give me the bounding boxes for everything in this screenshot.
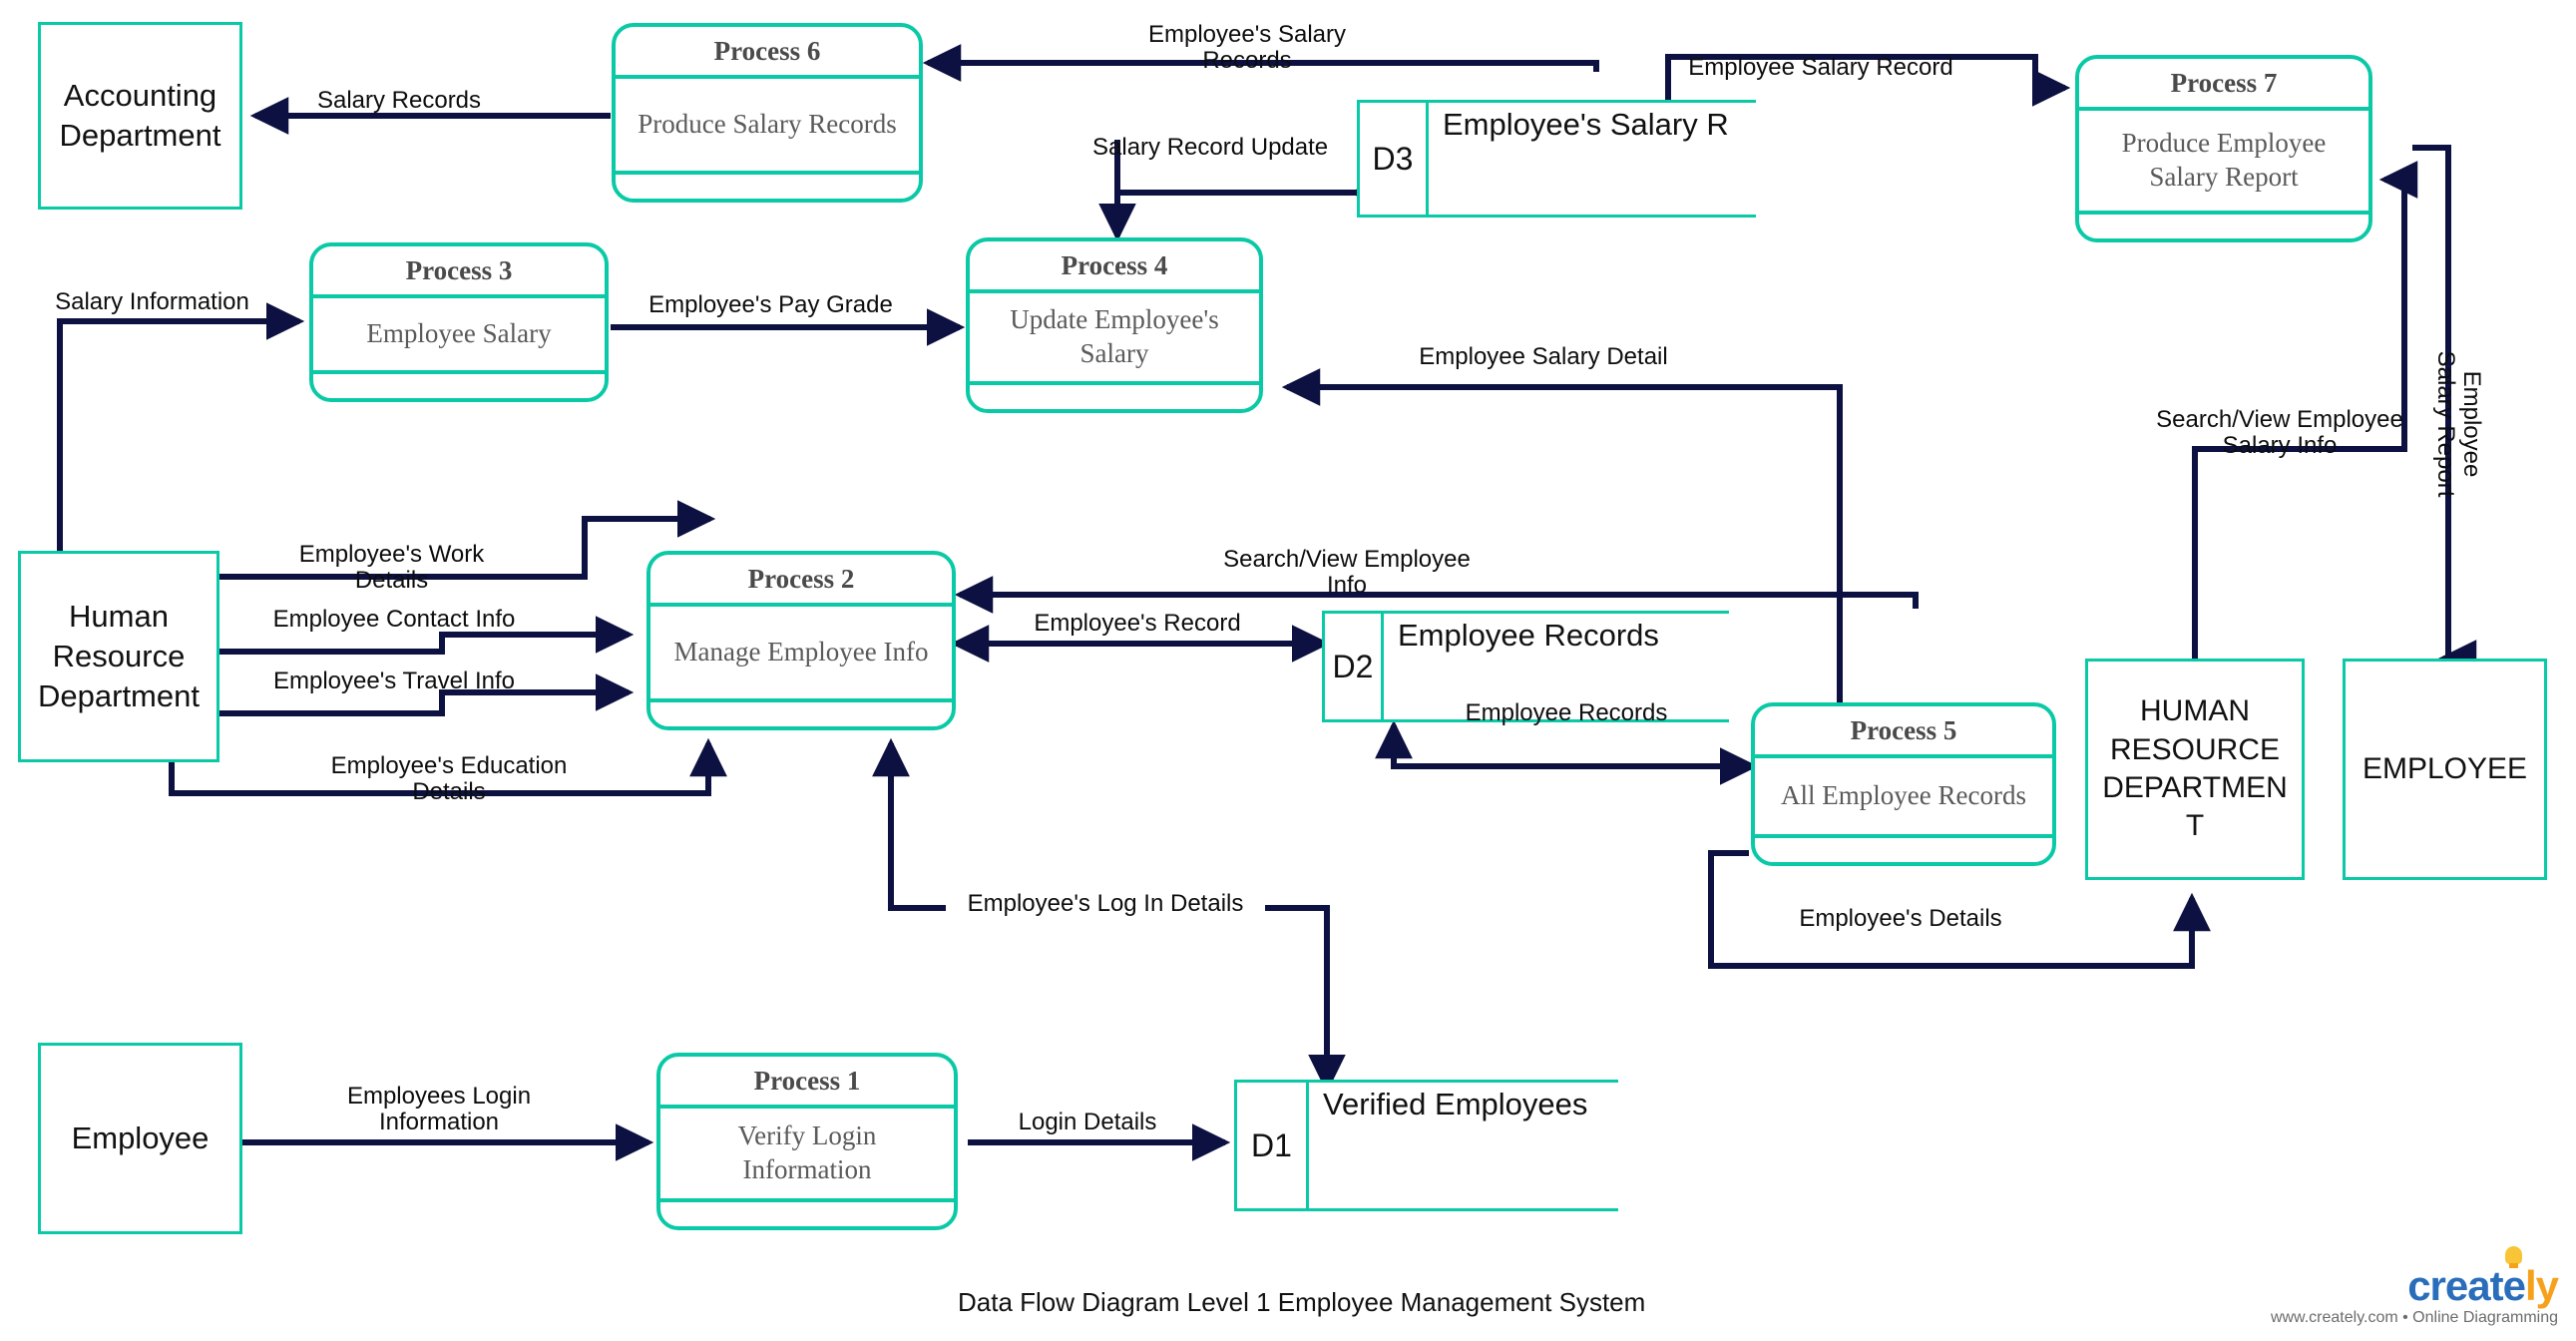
- flow-label-search-view-employee-info: Search/View Employee Info: [1223, 546, 1471, 599]
- process-body: Employee Salary: [313, 298, 605, 374]
- process-4[interactable]: Process 4 Update Employee's Salary: [966, 237, 1263, 413]
- flow-label-employees-education-details: Employee's Education Details: [330, 752, 568, 805]
- flow-label-employees-pay-grade: Employee's Pay Grade: [648, 291, 893, 318]
- datastore-name: Employee's Salary R: [1429, 100, 1756, 218]
- process-title: Process 6: [616, 27, 919, 79]
- diagram-canvas: Accounting Department Human Resource Dep…: [0, 0, 2576, 1341]
- process-body: All Employee Records: [1755, 758, 2052, 838]
- process-body: Manage Employee Info: [650, 607, 952, 702]
- datastore-code: D2: [1322, 611, 1384, 722]
- flow-label-salary-record-update: Salary Record Update: [1092, 134, 1329, 161]
- datastore-code: D3: [1357, 100, 1429, 218]
- process-footer-band: [2079, 215, 2368, 238]
- flow-line-employees-travel-info: [217, 673, 635, 716]
- process-footer-band: [313, 374, 605, 398]
- datastore-name: Employee Records: [1384, 611, 1729, 722]
- datastore-d3[interactable]: D3 Employee's Salary R: [1357, 100, 1756, 218]
- process-body: Update Employee's Salary: [970, 293, 1259, 385]
- flow-label-employee-salary-report: Employee Salary Report: [2432, 350, 2485, 498]
- process-body: Produce Salary Records: [616, 79, 919, 175]
- process-1[interactable]: Process 1 Verify Login Information: [656, 1053, 958, 1230]
- entity-human-resource-department[interactable]: Human Resource Department: [18, 551, 219, 762]
- flow-label-employees-work-details: Employee's Work Details: [298, 541, 485, 594]
- process-2[interactable]: Process 2 Manage Employee Info: [646, 551, 956, 730]
- flow-line-employees-salary-records: [922, 44, 1599, 82]
- flow-label-employees-salary-records: Employee's Salary Records: [1148, 21, 1346, 74]
- datastore-d1[interactable]: D1 Verified Employees: [1234, 1080, 1618, 1211]
- creately-watermark: creately www.creately.com • Online Diagr…: [2270, 1246, 2559, 1327]
- process-footer-band: [650, 702, 952, 726]
- entity-employee[interactable]: Employee: [38, 1043, 242, 1234]
- process-5[interactable]: Process 5 All Employee Records: [1751, 702, 2056, 866]
- flow-line-salary-information: [57, 302, 305, 552]
- process-title: Process 5: [1755, 706, 2052, 758]
- entity-label: Employee: [71, 1120, 210, 1156]
- entity-label: EMPLOYEE: [2361, 751, 2528, 785]
- wordmark-part-1: creat: [2407, 1262, 2503, 1309]
- process-body: Produce Employee Salary Report: [2079, 111, 2368, 215]
- entity-label: Human Resource Department: [38, 599, 200, 713]
- flow-label-employee-contact-info: Employee Contact Info: [272, 606, 516, 633]
- flow-line-employee-salary-report: [2412, 145, 2477, 677]
- entity-employee-caps[interactable]: EMPLOYEE: [2343, 659, 2547, 880]
- flow-label-employee-salary-detail: Employee Salary Detail: [1419, 343, 1668, 370]
- process-title: Process 3: [313, 246, 605, 298]
- flow-label-employees-log-in-details: Employee's Log In Details: [946, 891, 1265, 917]
- process-footer-band: [1755, 838, 2052, 862]
- creately-tagline: www.creately.com • Online Diagramming: [2270, 1309, 2558, 1326]
- process-title: Process 1: [660, 1057, 954, 1109]
- process-3[interactable]: Process 3 Employee Salary: [309, 242, 609, 402]
- flow-line-employee-contact-info: [217, 616, 635, 655]
- entity-accounting-department[interactable]: Accounting Department: [38, 22, 242, 210]
- entity-human-resource-department-caps[interactable]: HUMAN RESOURCE DEPARTMEN T: [2085, 659, 2305, 880]
- process-body: Verify Login Information: [660, 1109, 954, 1202]
- process-title: Process 4: [970, 241, 1259, 293]
- flow-line-employees-work-details: [217, 500, 716, 580]
- flow-label-salary-records: Salary Records: [316, 87, 482, 114]
- entity-label: HUMAN RESOURCE DEPARTMEN T: [2102, 694, 2288, 843]
- datastore-code: D1: [1234, 1080, 1309, 1211]
- flow-label-salary-information: Salary Information: [55, 288, 249, 315]
- wordmark-part-3: ly: [2524, 1262, 2559, 1309]
- process-footer-band: [970, 385, 1259, 409]
- process-title: Process 7: [2079, 59, 2368, 111]
- datastore-name: Verified Employees: [1309, 1080, 1618, 1211]
- flow-label-employees-details: Employee's Details: [1799, 905, 2002, 932]
- flow-label-search-view-employee-salary-info: Search/View Employee Salary Info: [2156, 406, 2403, 459]
- flow-label-employees-travel-info: Employee's Travel Info: [272, 668, 516, 694]
- flow-line-search-view-employee-info: [954, 576, 1919, 614]
- flow-line-employees-log-in-details: [872, 737, 1330, 1088]
- flow-line-employees-education-details: [169, 737, 727, 796]
- creately-wordmark: creately: [2407, 1246, 2559, 1309]
- flow-label-employees-login-information: Employees Login Information: [346, 1083, 532, 1135]
- flow-label-employee-salary-record: Employee Salary Record: [1688, 54, 1953, 81]
- flow-line-employee-records-to-p5: [1375, 719, 1759, 785]
- process-6[interactable]: Process 6 Produce Salary Records: [612, 23, 923, 203]
- lightbulb-icon: [2505, 1246, 2522, 1268]
- flow-label-login-details: Login Details: [1018, 1109, 1157, 1135]
- entity-label: Accounting Department: [59, 78, 221, 153]
- process-footer-band: [660, 1202, 954, 1226]
- process-footer-band: [616, 175, 919, 199]
- datastore-d2[interactable]: D2 Employee Records: [1322, 611, 1729, 722]
- diagram-caption: Data Flow Diagram Level 1 Employee Manag…: [958, 1287, 1646, 1317]
- wordmark-part-2: e: [2502, 1262, 2526, 1309]
- process-title: Process 2: [650, 555, 952, 607]
- process-7[interactable]: Process 7 Produce Employee Salary Report: [2075, 55, 2372, 242]
- flow-line-salary-record-update: [1114, 140, 1360, 196]
- flow-label-employees-record: Employee's Record: [1034, 610, 1241, 637]
